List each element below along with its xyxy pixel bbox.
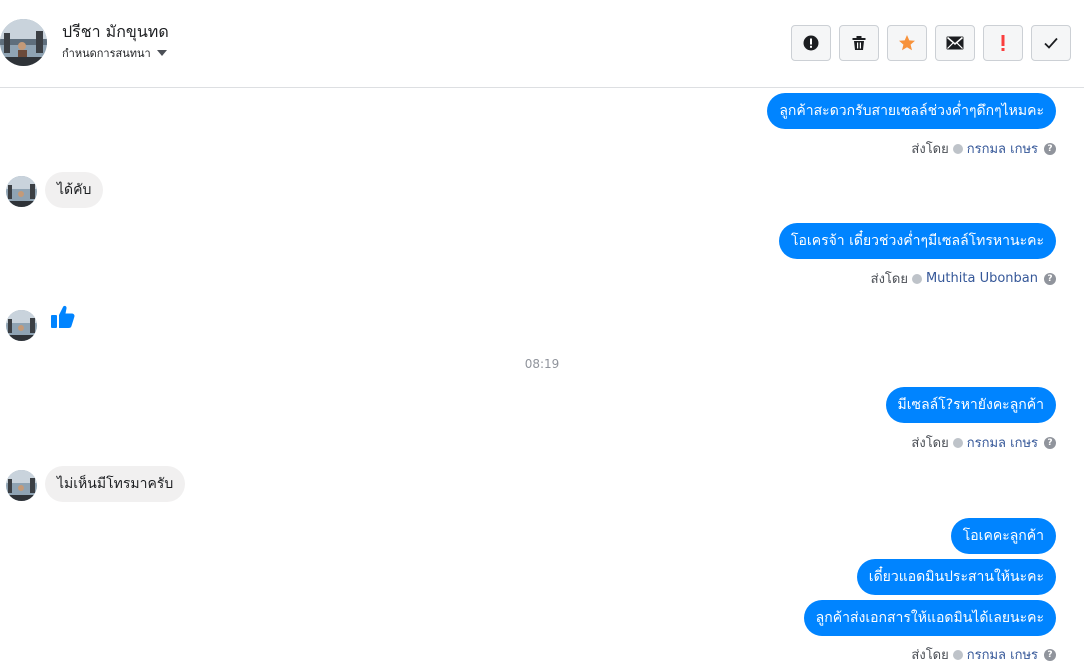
trash-icon — [852, 36, 866, 50]
help-icon[interactable]: ? — [1044, 142, 1056, 155]
sent-by-label: ส่งโดย — [911, 436, 949, 451]
avatar[interactable] — [0, 19, 47, 66]
help-icon[interactable]: ? — [1044, 648, 1056, 661]
sent-by-label: ส่งโดย — [911, 648, 949, 663]
contact-avatar[interactable] — [6, 310, 37, 341]
checkmark-icon — [1044, 37, 1058, 49]
sender-name[interactable]: Muthita Ubonban — [926, 271, 1038, 286]
sender-name[interactable]: กรกมล เกษร — [967, 644, 1038, 665]
sent-check-icon — [952, 143, 963, 154]
conversation-settings-label: กำหนดการสนทนา — [62, 47, 151, 60]
sent-check-icon — [952, 649, 963, 660]
outgoing-message[interactable]: มีเซลล์โ?รหายังคะลูกค้า — [885, 387, 1056, 423]
sent-by-info: ส่งโดย Muthita Ubonban ? — [871, 268, 1056, 289]
contact-avatar[interactable] — [6, 470, 37, 501]
exclamation-circle-icon — [803, 35, 819, 51]
important-button[interactable] — [983, 25, 1023, 61]
star-button[interactable] — [887, 25, 927, 61]
caret-down-icon — [156, 50, 167, 56]
like-message[interactable] — [50, 304, 76, 334]
outgoing-message[interactable]: เดี๋ยวแอดมินประสานให้นะคะ — [856, 559, 1056, 595]
sent-by-label: ส่งโดย — [870, 272, 908, 287]
sent-by-info: ส่งโดย กรกมล เกษร ? — [911, 138, 1056, 159]
contact-avatar[interactable] — [6, 176, 37, 207]
sender-name[interactable]: กรกมล เกษร — [967, 138, 1038, 159]
exclamation-icon — [1001, 35, 1005, 51]
help-icon[interactable]: ? — [1044, 436, 1056, 449]
contact-name: ปรีชา มักขุนทด — [62, 22, 169, 41]
outgoing-message[interactable]: โอเคคะลูกค้า — [950, 518, 1056, 554]
message-timestamp: 08:19 — [524, 357, 560, 371]
help-icon[interactable]: ? — [1044, 272, 1056, 285]
incoming-message[interactable]: ไม่เห็นมีโทรมาครับ — [45, 466, 186, 502]
conversation-settings-dropdown[interactable]: กำหนดการสนทนา — [62, 44, 167, 62]
sent-check-icon — [952, 437, 963, 448]
report-button[interactable] — [791, 25, 831, 61]
done-button[interactable] — [1031, 25, 1071, 61]
outgoing-message[interactable]: โอเครจ้า เดี๋ยวช่วงค่ำๆมีเซลล์โทรหานะคะ — [778, 223, 1056, 259]
sent-by-info: ส่งโดย กรกมล เกษร ? — [911, 644, 1056, 665]
envelope-icon — [946, 36, 964, 50]
outgoing-message[interactable]: ลูกค้าสะดวกรับสายเซลล์ช่วงค่ำๆดึกๆไหมคะ — [767, 93, 1056, 129]
sent-by-info: ส่งโดย กรกมล เกษร ? — [911, 432, 1056, 453]
outgoing-message[interactable]: ลูกค้าส่งเอกสารให้แอดมินได้เลยนะคะ — [803, 600, 1056, 636]
star-icon — [899, 35, 915, 51]
delete-button[interactable] — [839, 25, 879, 61]
sent-check-icon — [911, 273, 922, 284]
mark-unread-button[interactable] — [935, 25, 975, 61]
thumbs-up-icon — [51, 305, 75, 328]
conversation-header: ปรีชา มักขุนทด กำหนดการสนทนา — [0, 0, 1084, 88]
sent-by-label: ส่งโดย — [911, 142, 949, 157]
sender-name[interactable]: กรกมล เกษร — [967, 432, 1038, 453]
incoming-message[interactable]: ได้คับ — [45, 172, 104, 208]
